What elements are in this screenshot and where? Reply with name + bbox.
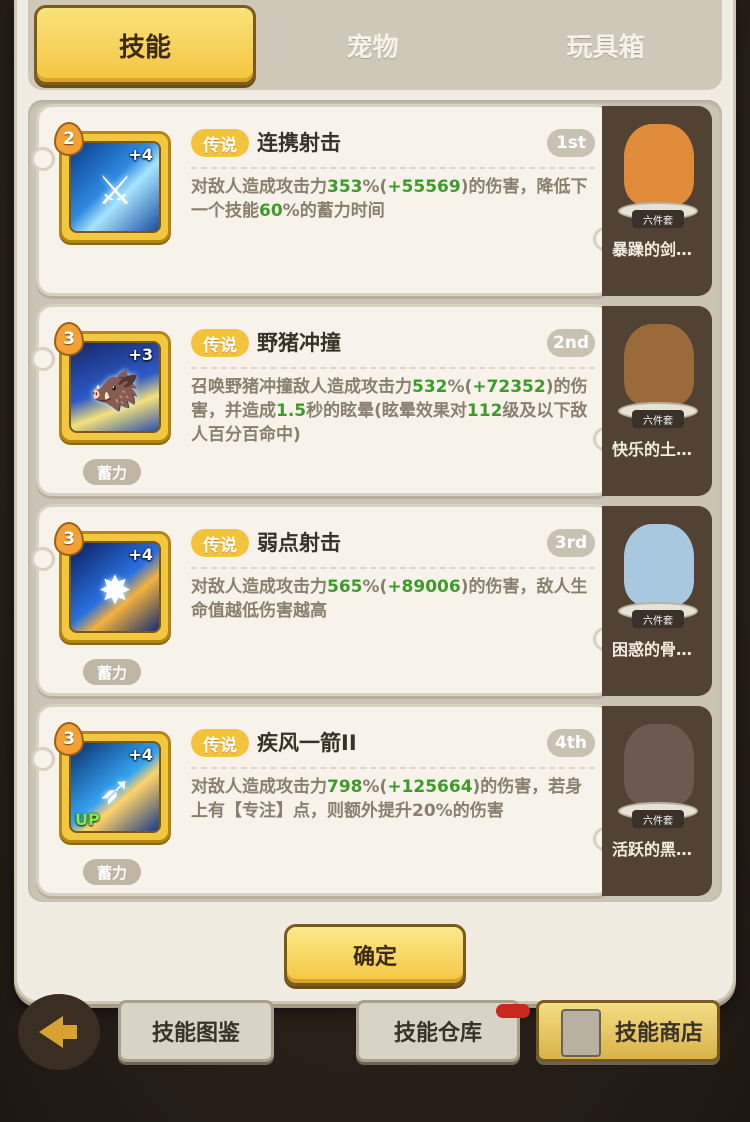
skill-card-3[interactable]: ✸ +4 3 蓄力 传说 弱点射击 3rd 对敌人造成攻击力565%(+8900… (31, 504, 617, 696)
skill-name: 连携射击 (257, 131, 341, 155)
shop-icon (561, 1009, 601, 1057)
notification-dot (496, 1004, 530, 1018)
skill-card-1[interactable]: ⚔ +4 2 传说 连携射击 1st 对敌人造成攻击力353%(+55569)的… (31, 104, 617, 296)
set-tag: 六件套 (632, 210, 684, 228)
plus-level: +4 (128, 545, 153, 564)
charge-badge: 蓄力 (83, 659, 141, 685)
boar-icon: 🐗 (90, 368, 140, 415)
plus-level: +4 (128, 145, 153, 164)
trident-skill-icon: ⚔ +4 (69, 141, 161, 233)
order-tag: 2nd (547, 329, 595, 357)
skill-name: 弱点射击 (257, 531, 341, 555)
pet-figure (624, 724, 694, 806)
tab-bar: 技能 宠物 玩具箱 (28, 0, 722, 90)
skill-description: 对敌人造成攻击力565%(+89006)的伤害，敌人生命值越低伤害越高 (191, 577, 588, 621)
pet-slot-3[interactable]: 六件套 困惑的骨… (602, 506, 712, 696)
skill-card-4[interactable]: ➶ +4 UP 3 蓄力 传说 疾风一箭II 4th 对敌人造成攻击力798%(… (31, 704, 617, 896)
skill-shop-label: 技能商店 (614, 1021, 703, 1046)
pet-name: 活跃的黑… (612, 840, 693, 859)
weakpoint-skill-icon: ✸ +4 (69, 541, 161, 633)
skill-codex-button[interactable]: 技能图鉴 (118, 1000, 274, 1062)
confirm-button[interactable]: 确定 (284, 924, 466, 986)
skill-description: 召唤野猪冲撞敌人造成攻击力532%(+72352)的伤害，并造成1.5秒的眩晕(… (191, 377, 588, 445)
rank-badge: 3 (54, 522, 84, 556)
divider (191, 167, 595, 169)
set-tag: 六件套 (632, 810, 684, 828)
order-tag: 3rd (547, 529, 595, 557)
pet-figure (624, 524, 694, 606)
pet-figure (624, 324, 694, 406)
arrow-icon: ➶ (98, 768, 132, 815)
skill-card-2[interactable]: 🐗 +3 3 蓄力 传说 野猪冲撞 2nd 召唤野猪冲撞敌人造成攻击力532%(… (31, 304, 617, 496)
set-tag: 六件套 (632, 410, 684, 428)
burst-icon: ✸ (98, 568, 132, 615)
order-tag: 1st (547, 129, 595, 157)
plus-level: +4 (128, 745, 153, 764)
tab-toybox[interactable]: 玩具箱 (489, 5, 722, 85)
skill-icon-frame[interactable]: ✸ +4 3 (54, 522, 171, 643)
pet-name: 暴躁的剑… (612, 240, 693, 259)
plus-level: +3 (128, 345, 153, 364)
back-button[interactable] (18, 994, 100, 1070)
tab-skills[interactable]: 技能 (34, 5, 256, 85)
skill-shop-button[interactable]: 技能商店 (536, 1000, 720, 1062)
charge-badge: 蓄力 (83, 459, 141, 485)
trident-icon: ⚔ (97, 168, 133, 215)
tier-tag: 传说 (191, 129, 249, 157)
tab-pets[interactable]: 宠物 (256, 5, 489, 85)
skill-description: 对敌人造成攻击力353%(+55569)的伤害，降低下一个技能60%的蓄力时间 (191, 177, 588, 221)
pet-name: 快乐的土… (612, 440, 693, 459)
rank-badge: 3 (54, 322, 84, 356)
pet-figure (624, 124, 694, 206)
pet-slot-2[interactable]: 六件套 快乐的土… (602, 306, 712, 496)
skill-name: 疾风一箭II (257, 731, 357, 755)
skill-name: 野猪冲撞 (257, 331, 341, 355)
pet-slot-1[interactable]: 六件套 暴躁的剑… (602, 106, 712, 296)
skill-icon-frame[interactable]: ➶ +4 UP 3 (54, 722, 171, 843)
divider (191, 367, 595, 369)
pet-slot-4[interactable]: 六件套 活跃的黑… (602, 706, 712, 896)
charge-badge: 蓄力 (83, 859, 141, 885)
skill-description: 对敌人造成攻击力798%(+125664)的伤害，若身上有【专注】点，则额外提升… (191, 777, 583, 821)
skill-icon-frame[interactable]: 🐗 +3 3 (54, 322, 171, 443)
upgrade-badge: UP (75, 810, 100, 829)
tier-tag: 传说 (191, 529, 249, 557)
pet-name: 困惑的骨… (612, 640, 693, 659)
boar-skill-icon: 🐗 +3 (69, 341, 161, 433)
order-tag: 4th (547, 729, 595, 757)
divider (191, 767, 595, 769)
set-tag: 六件套 (632, 610, 684, 628)
tier-tag: 传说 (191, 729, 249, 757)
tier-tag: 传说 (191, 329, 249, 357)
rank-badge: 3 (54, 722, 84, 756)
back-arrow-icon (39, 1016, 77, 1048)
divider (191, 567, 595, 569)
rank-badge: 2 (54, 122, 84, 156)
gale-arrow-skill-icon: ➶ +4 UP (69, 741, 161, 833)
skill-icon-frame[interactable]: ⚔ +4 2 (54, 122, 171, 243)
